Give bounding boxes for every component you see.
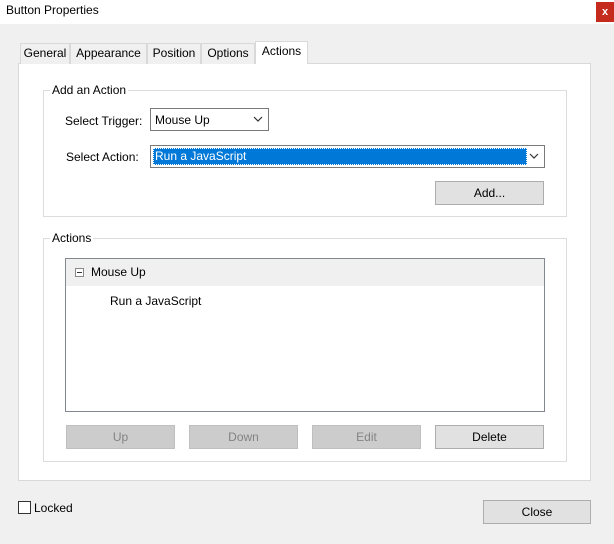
chevron-down-icon bbox=[253, 116, 263, 122]
delete-button[interactable]: Delete bbox=[435, 425, 544, 449]
action-label: Select Action: bbox=[66, 150, 139, 164]
tree-node-mouse-up[interactable]: Mouse Up bbox=[66, 259, 544, 286]
up-button[interactable]: Up bbox=[66, 425, 175, 449]
locked-label: Locked bbox=[34, 501, 73, 515]
tab-options[interactable]: Options bbox=[201, 43, 255, 64]
add-action-legend: Add an Action bbox=[50, 83, 129, 97]
tree-node-label: Mouse Up bbox=[91, 265, 146, 279]
tab-actions[interactable]: Actions bbox=[255, 41, 308, 64]
action-value: Run a JavaScript bbox=[155, 149, 247, 163]
tab-position[interactable]: Position bbox=[147, 43, 201, 64]
chevron-down-icon bbox=[529, 153, 539, 159]
close-button[interactable]: Close bbox=[483, 500, 591, 524]
tree-leaf-action[interactable]: Run a JavaScript bbox=[110, 294, 201, 308]
trigger-label: Select Trigger: bbox=[65, 114, 143, 128]
tab-appearance[interactable]: Appearance bbox=[70, 43, 147, 64]
action-select[interactable]: Run a JavaScript bbox=[150, 145, 545, 168]
add-button[interactable]: Add... bbox=[435, 181, 544, 205]
edit-button[interactable]: Edit bbox=[312, 425, 421, 449]
actions-legend: Actions bbox=[50, 231, 94, 245]
collapse-icon[interactable] bbox=[75, 268, 84, 277]
down-button[interactable]: Down bbox=[189, 425, 298, 449]
title-bar: Button Properties x bbox=[0, 0, 614, 24]
close-window-button[interactable]: x bbox=[596, 2, 614, 22]
window-title: Button Properties bbox=[6, 3, 99, 17]
trigger-value: Mouse Up bbox=[155, 113, 210, 127]
trigger-select[interactable]: Mouse Up bbox=[150, 108, 269, 131]
tab-general[interactable]: General bbox=[20, 43, 70, 64]
actions-tree[interactable]: Mouse Up Run a JavaScript bbox=[65, 258, 545, 412]
locked-checkbox[interactable] bbox=[18, 501, 31, 514]
